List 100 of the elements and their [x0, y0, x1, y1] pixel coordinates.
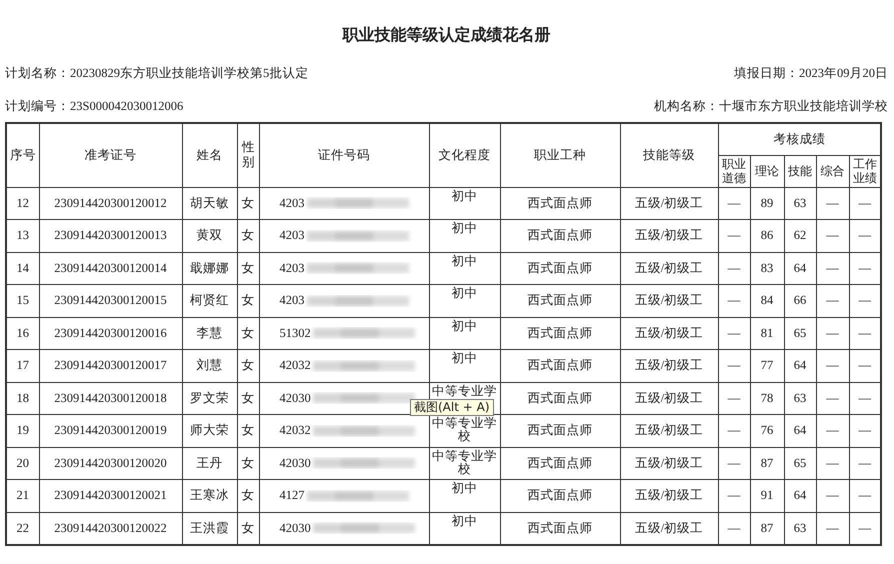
table-cell: 19	[6, 414, 39, 447]
table-cell: 230914420300120017	[39, 350, 182, 382]
table-cell: 230914420300120014	[39, 252, 182, 284]
score-cell: —	[816, 220, 849, 252]
table-cell: 戢娜娜	[182, 252, 237, 284]
score-cell: 84	[750, 284, 784, 317]
table-cell: 230914420300120013	[39, 220, 182, 252]
table-cell: 柯贤红	[182, 284, 237, 317]
score-cell: 83	[750, 252, 784, 284]
score-cell: —	[816, 252, 849, 284]
table-cell: 女	[237, 220, 259, 252]
score-cell: 63	[784, 187, 816, 220]
column-header: 技能	[784, 155, 816, 187]
column-header: 姓名	[182, 123, 237, 187]
table-cell: 西式面点师	[500, 414, 620, 447]
score-cell: 89	[750, 187, 784, 220]
id-number: 51302	[280, 326, 311, 340]
table-cell: 女	[237, 284, 259, 317]
score-cell: —	[718, 187, 750, 220]
table-cell: 五级/初级工	[620, 382, 718, 414]
table-cell: 西式面点师	[500, 252, 620, 284]
score-cell: 77	[750, 350, 784, 382]
id-number: 4127	[280, 489, 304, 502]
score-cell: —	[718, 447, 750, 480]
table-cell: 五级/初级工	[620, 447, 718, 480]
table-cell: 初中	[429, 317, 500, 350]
id-number: 42032	[280, 359, 311, 372]
meta-field: 计划编号：23S000042030012006	[5, 96, 184, 122]
score-cell: —	[816, 480, 849, 512]
table-cell: 刘慧	[182, 350, 237, 382]
table-cell: 12	[6, 187, 39, 220]
column-header: 序号	[6, 123, 39, 187]
meta-field: 填报日期：2023年09月20日	[734, 50, 888, 96]
table-cell: 中等专业学校	[429, 447, 500, 480]
table-cell: 五级/初级工	[620, 220, 718, 252]
score-cell: —	[816, 284, 849, 317]
column-header: 综合	[816, 155, 849, 187]
score-cell: 78	[750, 382, 784, 414]
table-cell: 女	[237, 447, 259, 480]
id-number: 42030	[280, 392, 311, 405]
table-cell: 初中	[429, 187, 500, 220]
column-header: 文化程度	[429, 123, 500, 187]
table-cell: 西式面点师	[500, 382, 620, 414]
id-number: 4203	[280, 262, 304, 275]
column-header: 理论	[750, 155, 784, 187]
table-cell: 女	[237, 350, 259, 382]
column-header: 职业道德	[718, 155, 750, 187]
table-cell: 女	[237, 480, 259, 512]
table-cell: 230914420300120019	[39, 414, 182, 447]
table-cell: 五级/初级工	[620, 317, 718, 350]
column-header: 性别	[237, 123, 259, 187]
table-cell: 师大荣	[182, 414, 237, 447]
table-cell: 女	[237, 317, 259, 350]
score-cell: —	[816, 447, 849, 480]
score-cell: —	[718, 414, 750, 447]
score-cell: —	[816, 187, 849, 220]
meta-field: 机构名称：十堰市东方职业技能培训学校	[654, 96, 888, 122]
table-cell: 230914420300120012	[39, 187, 182, 220]
table-cell: 230914420300120018	[39, 382, 182, 414]
score-cell: —	[718, 284, 750, 317]
table-cell: 西式面点师	[500, 480, 620, 512]
score-cell: 64	[784, 414, 816, 447]
score-cell: 87	[750, 447, 784, 480]
score-cell: —	[816, 414, 849, 447]
score-cell: 64	[784, 252, 816, 284]
score-cell: 86	[750, 220, 784, 252]
id-number: 42030	[280, 456, 311, 470]
id-number: 4203	[280, 196, 304, 210]
table-cell: 五级/初级工	[620, 414, 718, 447]
document-title: 职业技能等级认定成绩花名册	[341, 25, 552, 46]
table-cell: 五级/初级工	[620, 252, 718, 284]
table-cell: 20	[6, 447, 39, 480]
table-cell: 罗文荣	[182, 382, 237, 414]
id-number: 42030	[280, 522, 311, 535]
table-cell: 230914420300120015	[39, 284, 182, 317]
table-cell: 女	[237, 252, 259, 284]
table-cell: 五级/初级工	[620, 187, 718, 220]
score-cell: —	[718, 220, 750, 252]
meta-field: 计划名称：20230829东方职业技能培训学校第5批认定	[5, 50, 308, 96]
table-cell: 初中	[429, 350, 500, 382]
score-cell: 64	[784, 480, 816, 512]
score-cell: —	[816, 382, 849, 414]
table-cell: 15	[6, 284, 39, 317]
table-cell: 五级/初级工	[620, 350, 718, 382]
table-cell: 西式面点师	[500, 187, 620, 220]
table-cell: 五级/初级工	[620, 284, 718, 317]
score-cell: —	[718, 382, 750, 414]
score-cell: —	[718, 480, 750, 512]
table-cell: 西式面点师	[500, 220, 620, 252]
table-cell: 230914420300120020	[39, 447, 182, 480]
table-cell: 五级/初级工	[620, 480, 718, 512]
score-cell: 65	[784, 447, 816, 480]
table-cell: 14	[6, 252, 39, 284]
score-cell: 91	[750, 480, 784, 512]
table-cell: 21	[6, 480, 39, 512]
column-header: 证件号码	[259, 123, 429, 187]
table-cell: 初中	[429, 252, 500, 284]
table-cell: 230914420300120016	[39, 317, 182, 350]
table-cell: 西式面点师	[500, 350, 620, 382]
id-number: 42032	[280, 424, 311, 438]
